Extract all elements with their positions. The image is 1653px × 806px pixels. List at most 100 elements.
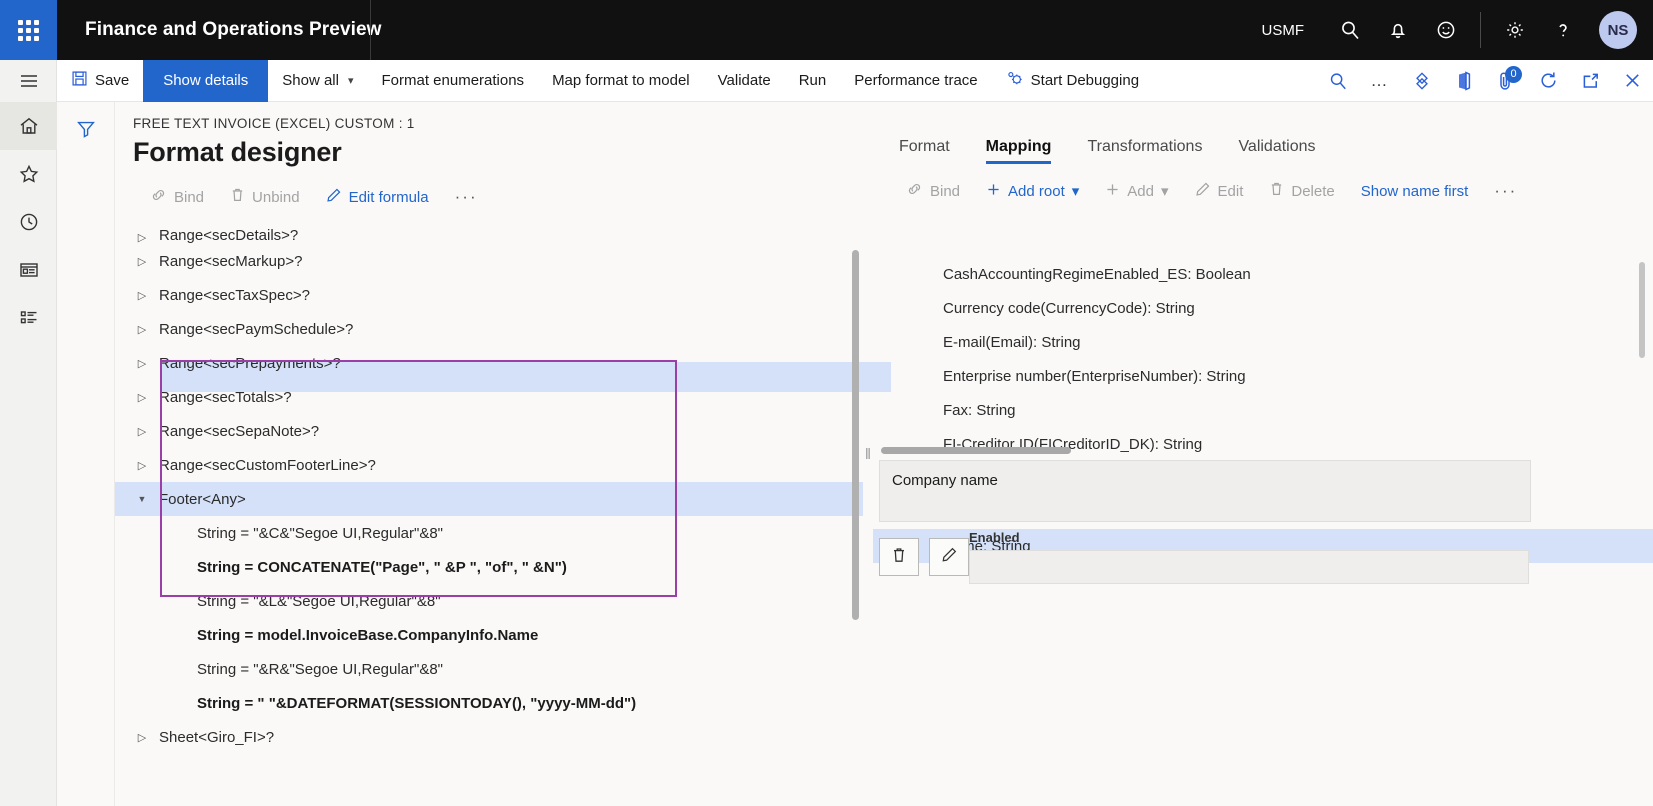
format-tree-row[interactable]: ▷ Range<secDetails>?: [115, 227, 863, 244]
format-tree-row[interactable]: String = CONCATENATE("Page", " &P ", "of…: [115, 550, 863, 584]
enabled-label: Enabled: [969, 530, 1020, 545]
left-toolbar-overflow[interactable]: ···: [442, 180, 491, 214]
chevron-down-icon: ▾: [347, 75, 354, 87]
format-tree-row[interactable]: ▷ Range<secMarkup>?: [115, 244, 863, 278]
help-question-icon[interactable]: [1539, 0, 1587, 60]
feedback-smiley-icon[interactable]: [1422, 0, 1470, 60]
close-icon[interactable]: [1611, 60, 1653, 102]
open-in-new-window-icon[interactable]: [1569, 60, 1611, 102]
search-icon[interactable]: [1317, 60, 1359, 102]
tab-mapping[interactable]: Mapping: [968, 138, 1070, 164]
detail-edit-button[interactable]: [929, 538, 969, 576]
validate-label: Validate: [717, 72, 771, 89]
format-tree-vertical-scrollbar[interactable]: [852, 250, 859, 620]
add-menu[interactable]: Add ▾: [1092, 174, 1181, 208]
format-tree-row[interactable]: String = model.InvoiceBase.CompanyInfo.N…: [115, 618, 863, 652]
format-tree-row[interactable]: ▷ Range<secTaxSpec>?: [115, 278, 863, 312]
notifications-bell-icon[interactable]: [1374, 0, 1422, 60]
data-tree-vertical-scrollbar[interactable]: [1639, 262, 1645, 358]
chevron-down-icon[interactable]: ▼: [133, 494, 151, 504]
bind-button[interactable]: Bind: [137, 180, 217, 214]
pencil-icon: [1195, 181, 1211, 201]
format-tree-row-label: Range<secPrepayments>?: [159, 354, 341, 372]
settings-gear-icon[interactable]: [1491, 0, 1539, 60]
detail-delete-button[interactable]: [879, 538, 919, 576]
filter-rail: [57, 102, 115, 806]
tab-validations[interactable]: Validations: [1220, 138, 1333, 164]
format-tree-row[interactable]: ▼ Footer<Any>: [115, 482, 863, 516]
format-tree-row[interactable]: String = " "&DATEFORMAT(SESSIONTODAY(), …: [115, 686, 863, 720]
app-launcher-waffle-button[interactable]: [0, 0, 57, 60]
chevron-right-icon[interactable]: ▷: [133, 231, 151, 244]
overflow-menu-icon[interactable]: …: [1359, 60, 1401, 102]
filter-funnel-icon[interactable]: [57, 102, 115, 148]
format-tree-row[interactable]: ▷ Range<secTotals>?: [115, 380, 863, 414]
description-field[interactable]: Company name: [879, 460, 1531, 522]
format-tree-row[interactable]: ▷ Range<secPaymSchedule>?: [115, 312, 863, 346]
add-root-menu[interactable]: Add root ▾: [973, 174, 1092, 208]
sidebar-item-recent[interactable]: [0, 198, 57, 246]
sidebar-item-home[interactable]: [0, 102, 57, 150]
data-source-row[interactable]: Enterprise number(EnterpriseNumber): Str…: [873, 359, 1653, 393]
company-label[interactable]: USMF: [1262, 22, 1305, 39]
data-source-row[interactable]: E-mail(Email): String: [873, 325, 1653, 359]
pencil-icon: [941, 546, 958, 568]
save-label: Save: [95, 72, 130, 89]
data-source-row[interactable]: FI-Creditor ID(FICreditorID_DK): String: [873, 427, 1653, 461]
format-enumerations-button[interactable]: Format enumerations: [368, 60, 539, 102]
chevron-right-icon[interactable]: ▷: [133, 731, 151, 744]
save-button[interactable]: Save: [57, 60, 143, 102]
attachments-icon[interactable]: 0: [1485, 60, 1527, 102]
format-tree-row-label: Range<secTotals>?: [159, 388, 292, 406]
map-format-to-model-label: Map format to model: [552, 72, 690, 89]
chevron-right-icon[interactable]: ▷: [133, 255, 151, 268]
chevron-right-icon[interactable]: ▷: [133, 357, 151, 370]
chevron-right-icon[interactable]: ▷: [133, 391, 151, 404]
format-tree-row[interactable]: ▷ Sheet<Giro_FI>?: [115, 720, 863, 754]
chevron-right-icon[interactable]: ▷: [133, 459, 151, 472]
performance-trace-button[interactable]: Performance trace: [840, 60, 991, 102]
search-icon[interactable]: [1326, 0, 1374, 60]
office-app-icon[interactable]: [1443, 60, 1485, 102]
data-tree-horizontal-scrollbar[interactable]: [881, 447, 1071, 454]
hamburger-menu-icon[interactable]: [0, 60, 57, 102]
show-name-first-button[interactable]: Show name first: [1348, 174, 1482, 208]
pane-splitter[interactable]: ‖: [863, 102, 873, 806]
mapping-toolbar-overflow[interactable]: ···: [1481, 174, 1530, 208]
map-format-to-model-button[interactable]: Map format to model: [538, 60, 704, 102]
run-button[interactable]: Run: [785, 60, 841, 102]
format-tree-row[interactable]: String = "&C&"Segoe UI,Regular"&8": [115, 516, 863, 550]
format-tree-row[interactable]: String = "&R&"Segoe UI,Regular"&8": [115, 652, 863, 686]
detail-action-buttons: [879, 538, 969, 576]
sidebar-item-modules[interactable]: [0, 294, 57, 342]
refresh-icon[interactable]: [1527, 60, 1569, 102]
user-avatar[interactable]: NS: [1599, 11, 1637, 49]
format-tree-row[interactable]: String = "&L&"Segoe UI,Regular"&8": [115, 584, 863, 618]
data-source-row[interactable]: CashAccountingRegimeEnabled_ES: Boolean: [873, 257, 1653, 291]
mapping-toolbar: Bind Add root ▾ Add ▾ Edit Delete Show n…: [873, 172, 1653, 210]
data-source-detail-pane: Company name Enabled: [873, 460, 1653, 806]
edit-formula-button[interactable]: Edit formula: [313, 180, 442, 214]
format-tree-row[interactable]: ▷ Range<secPrepayments>?: [115, 346, 863, 380]
sidebar-item-workspaces[interactable]: [0, 246, 57, 294]
mapping-delete-button[interactable]: Delete: [1256, 174, 1347, 208]
mapping-bind-button[interactable]: Bind: [893, 174, 973, 208]
chevron-right-icon[interactable]: ▷: [133, 425, 151, 438]
chevron-right-icon[interactable]: ▷: [133, 323, 151, 336]
show-details-button[interactable]: Show details: [143, 59, 269, 102]
tab-format[interactable]: Format: [881, 138, 968, 164]
validate-button[interactable]: Validate: [704, 60, 785, 102]
unbind-button[interactable]: Unbind: [217, 180, 313, 214]
start-debugging-button[interactable]: Start Debugging: [992, 60, 1153, 102]
sidebar-item-favorites[interactable]: [0, 150, 57, 198]
format-tree-row[interactable]: ▷ Range<secCustomFooterLine>?: [115, 448, 863, 482]
show-all-menu[interactable]: Show all ▾: [268, 60, 367, 102]
chevron-right-icon[interactable]: ▷: [133, 289, 151, 302]
format-tree-row[interactable]: ▷ Range<secSepaNote>?: [115, 414, 863, 448]
data-source-row[interactable]: Currency code(CurrencyCode): String: [873, 291, 1653, 325]
tab-transformations[interactable]: Transformations: [1069, 138, 1220, 164]
enabled-input[interactable]: [969, 550, 1529, 584]
personalize-diamond-icon[interactable]: [1401, 60, 1443, 102]
mapping-edit-button[interactable]: Edit: [1182, 174, 1257, 208]
data-source-row[interactable]: Fax: String: [873, 393, 1653, 427]
